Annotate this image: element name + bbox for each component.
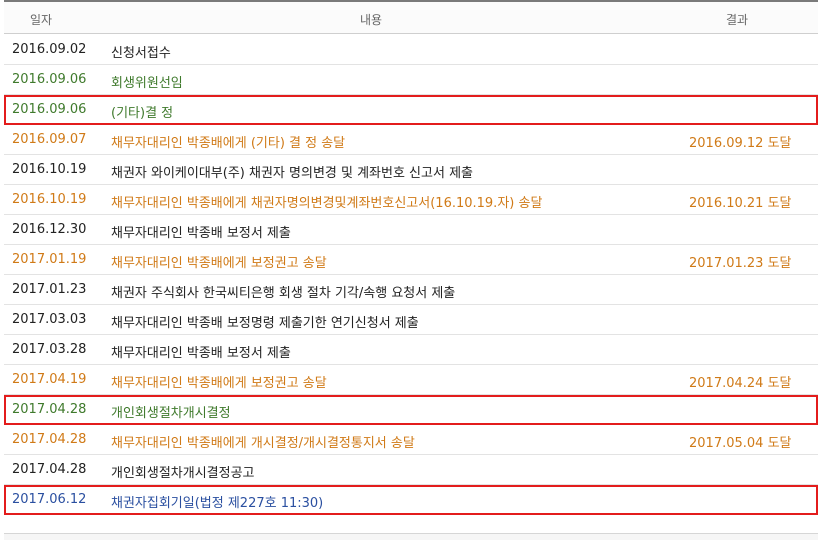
row-date: 2017.01.19 (12, 252, 87, 267)
table-row: 2017.04.28 개인회생절차개시결정공고 (4, 455, 818, 485)
table-row: 2016.10.19 채무자대리인 박종배에게 채권자명의변경및계좌번호신고서(… (4, 185, 818, 215)
table-row: 2017.04.28 채무자대리인 박종배에게 개시결정/개시결정통지서 송달 … (4, 425, 818, 455)
row-date: 2017.03.03 (12, 312, 87, 327)
table-row: 2016.09.06 회생위원선임 (4, 65, 818, 95)
table-row-highlighted: 2017.06.12 채권자집회기일(법정 제227호 11:30) (4, 485, 818, 515)
row-result: 2016.10.21 도달 (689, 196, 792, 211)
header-content: 내용 (360, 13, 383, 27)
row-content: 개인회생절차개시결정 (111, 406, 231, 421)
row-date: 2017.04.19 (12, 372, 87, 387)
row-result: 2017.04.24 도달 (689, 376, 792, 391)
row-content: 채무자대리인 박종배 보정명령 제출기한 연기신청서 제출 (111, 316, 419, 331)
row-content: 채무자대리인 박종배 보정서 제출 (111, 346, 291, 361)
row-date: 2017.04.28 (12, 432, 87, 447)
row-content: 채무자대리인 박종배에게 채권자명의변경및계좌번호신고서(16.10.19.자)… (111, 196, 543, 211)
row-date: 2017.06.12 (12, 492, 87, 507)
table-row: 2017.04.19 채무자대리인 박종배에게 보정권고 송달 2017.04.… (4, 365, 818, 395)
row-content: 채권자집회기일(법정 제227호 11:30) (111, 496, 324, 511)
table-header: 일자 내용 결과 (4, 0, 818, 34)
row-date: 2017.04.28 (12, 402, 87, 417)
row-result: 2017.05.04 도달 (689, 436, 792, 451)
table-row: 2016.12.30 채무자대리인 박종배 보정서 제출 (4, 215, 818, 245)
row-date: 2016.09.02 (12, 42, 87, 57)
row-result: 2016.09.12 도달 (689, 136, 792, 151)
row-date: 2016.09.07 (12, 132, 87, 147)
row-content: 채무자대리인 박종배 보정서 제출 (111, 226, 291, 241)
row-content: 신청서접수 (111, 46, 171, 61)
row-date: 2016.12.30 (12, 222, 87, 237)
row-date: 2016.09.06 (12, 102, 87, 117)
table-row: 2017.03.28 채무자대리인 박종배 보정서 제출 (4, 335, 818, 365)
row-date: 2017.04.28 (12, 462, 87, 477)
header-date: 일자 (30, 13, 53, 27)
table-row: 2017.03.03 채무자대리인 박종배 보정명령 제출기한 연기신청서 제출 (4, 305, 818, 335)
row-content: 채무자대리인 박종배에게 개시결정/개시결정통지서 송달 (111, 436, 415, 451)
row-content: 채권자 주식회사 한국씨티은행 회생 절차 기각/속행 요청서 제출 (111, 286, 456, 301)
row-content: 채권자 와이케이대부(주) 채권자 명의변경 및 계좌번호 신고서 제출 (111, 166, 473, 181)
row-date: 2017.03.28 (12, 342, 87, 357)
table-row: 2016.09.07 채무자대리인 박종배에게 (기타) 결 정 송달 2016… (4, 125, 818, 155)
header-result: 결과 (726, 13, 749, 27)
row-result: 2017.01.23 도달 (689, 256, 792, 271)
table-row-highlighted: 2017.04.28 개인회생절차개시결정 (4, 395, 818, 425)
table-row: 2017.01.19 채무자대리인 박종배에게 보정권고 송달 2017.01.… (4, 245, 818, 275)
row-content: (기타)결 정 (111, 106, 174, 121)
row-content: 채무자대리인 박종배에게 (기타) 결 정 송달 (111, 136, 346, 151)
row-date: 2017.01.23 (12, 282, 87, 297)
row-content: 채무자대리인 박종배에게 보정권고 송달 (111, 376, 327, 391)
row-content: 개인회생절차개시결정공고 (111, 466, 255, 481)
table-row: 2017.01.23 채권자 주식회사 한국씨티은행 회생 절차 기각/속행 요… (4, 275, 818, 305)
row-content: 회생위원선임 (111, 76, 183, 91)
table-row: 2016.10.19 채권자 와이케이대부(주) 채권자 명의변경 및 계좌번호… (4, 155, 818, 185)
row-date: 2016.09.06 (12, 72, 87, 87)
row-date: 2016.10.19 (12, 162, 87, 177)
row-date: 2016.10.19 (12, 192, 87, 207)
case-progress-panel: 일자 내용 결과 2016.09.02 신청서접수 2016.09.06 회생위… (0, 0, 820, 540)
table-row: 2016.09.02 신청서접수 (4, 35, 818, 65)
row-content: 채무자대리인 박종배에게 보정권고 송달 (111, 256, 327, 271)
table-row-highlighted: 2016.09.06 (기타)결 정 (4, 95, 818, 125)
progress-table-body: 2016.09.02 신청서접수 2016.09.06 회생위원선임 2016.… (4, 35, 818, 515)
